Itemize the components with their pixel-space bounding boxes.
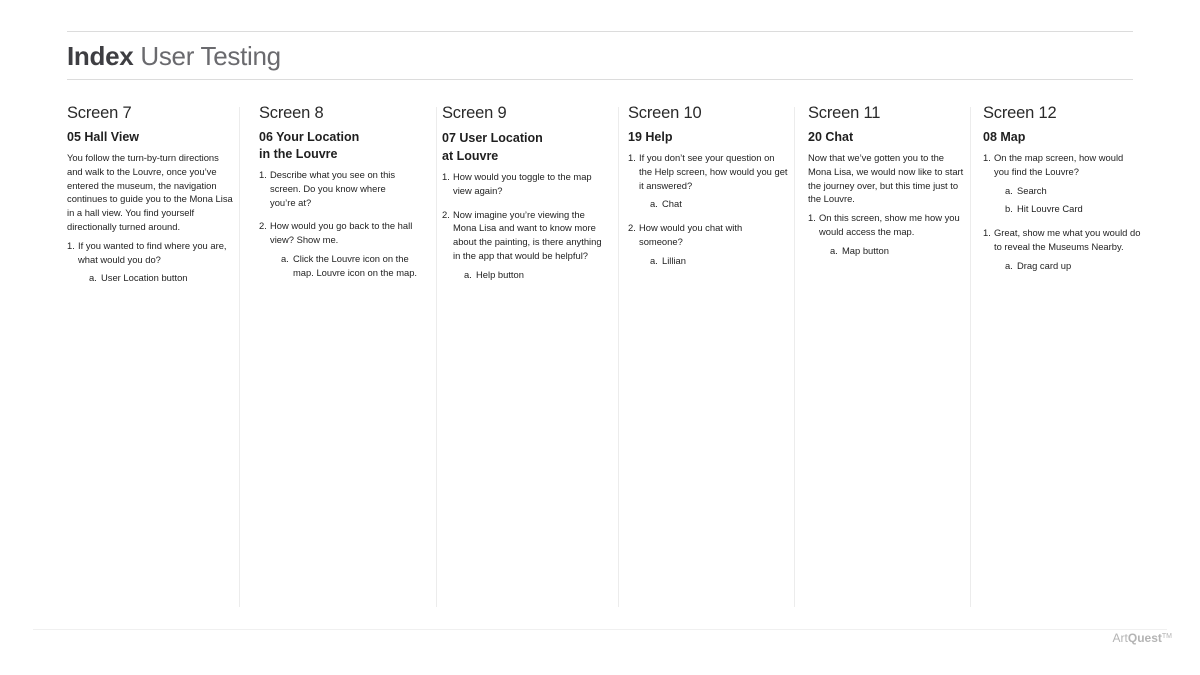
trademark-mark: TM	[1161, 633, 1172, 640]
answer-letter: a.	[1005, 259, 1013, 271]
question-text: On the map screen, how would you find th…	[994, 152, 1124, 177]
question-text: If you don’t see your question on the He…	[639, 152, 788, 191]
screen-label: Screen 11	[808, 104, 881, 122]
question-text: Now imagine you’re viewing the Mona Lisa…	[453, 208, 602, 261]
question-text: On this screen, show me how you would ac…	[819, 212, 960, 237]
screen-title: 20 Chat	[808, 130, 854, 144]
screen-title: 07 User Location at Louvre	[442, 129, 610, 165]
question-number: 1.	[442, 171, 450, 182]
screen-title-line: 06 Your Location	[259, 130, 360, 144]
question: 1. On the map screen, how would you find…	[983, 151, 1134, 179]
screen-title-line: in the Louvre	[259, 147, 338, 161]
answer: a. Chat	[628, 197, 788, 211]
screen-7-column: Screen 7 05 Hall View You follow the tur…	[67, 103, 233, 608]
answer-text: Map button	[842, 244, 889, 256]
page-title-bold: Index	[67, 41, 134, 71]
column-divider	[239, 107, 240, 607]
answer: a. Lillian	[628, 254, 788, 268]
brand-logo: ArtQuestTM	[1113, 631, 1172, 645]
question: 1. Describe what you see on this screen.…	[259, 168, 410, 209]
brand-bold: Quest	[1127, 631, 1162, 645]
answer-text: Drag card up	[1017, 259, 1072, 271]
top-divider	[67, 31, 1133, 32]
column-divider	[436, 107, 437, 607]
screen-title-line: at Louvre	[442, 149, 499, 163]
screen-title: 05 Hall View	[67, 130, 140, 144]
question-number: 2.	[442, 208, 450, 220]
question: 2. How would you go back to the hall vie…	[259, 219, 429, 247]
page-title-light: User Testing	[140, 41, 281, 71]
question: 1. Great, show me what you would do to r…	[983, 226, 1149, 254]
answer-text: User Location button	[101, 272, 188, 284]
answer-letter: a.	[1005, 184, 1013, 196]
answer-letter: a.	[464, 268, 472, 280]
answer-letter: a.	[281, 252, 289, 264]
screen-label: Screen 10	[628, 104, 702, 122]
question-text: Describe what you see on this screen. Do…	[270, 169, 396, 208]
answer-letter: a.	[650, 254, 658, 266]
answer-letter: b.	[1005, 203, 1013, 215]
screen-label: Screen 8	[259, 104, 324, 122]
question: 2. How would you chat with someone?	[628, 221, 769, 249]
question-number: 1.	[808, 212, 816, 224]
screen-8-column: Screen 8 06 Your Location in the Louvre …	[259, 103, 429, 608]
screen-label: Screen 12	[983, 104, 1057, 122]
screen-label: Screen 7	[67, 104, 132, 122]
question-text: How would you chat with someone?	[639, 222, 743, 247]
answer-text: Lillian	[662, 254, 686, 266]
question-number: 1.	[983, 152, 991, 163]
screen-label: Screen 9	[442, 104, 507, 122]
question-number: 1.	[628, 152, 636, 163]
answer-text: Hit Louvre Card	[1017, 203, 1083, 215]
answer: a. Map button	[808, 244, 970, 258]
footer-divider	[33, 629, 1167, 630]
column-divider	[794, 107, 795, 607]
intro-text: You follow the turn-by-turn directions a…	[67, 152, 233, 232]
answer-text: Help button	[476, 268, 524, 280]
screen-10-column: Screen 10 19 Help 1. If you don’t see yo…	[628, 103, 788, 608]
page-title: Index User Testing	[67, 40, 281, 72]
question: 1. If you wanted to find where you are, …	[67, 239, 233, 267]
answer-text: Search	[1017, 184, 1047, 196]
question-text: If you wanted to find where you are, wha…	[78, 239, 227, 265]
answer-letter: a.	[650, 198, 658, 210]
question: 1. How would you toggle to the map view …	[442, 170, 611, 198]
question-text: How would you toggle to the map view aga…	[453, 171, 592, 196]
screen-11-column: Screen 11 20 Chat Now that we’ve gotten …	[808, 103, 970, 608]
screen-title: 06 Your Location in the Louvre	[259, 129, 429, 163]
screen-12-column: Screen 12 08 Map 1. On the map screen, h…	[983, 103, 1149, 608]
answer-text: Chat	[662, 198, 682, 210]
question-text: How would you go back to the hall view? …	[270, 220, 413, 246]
question-text: Great, show me what you would do to reve…	[994, 227, 1141, 252]
intro-text: Now that we’ve gotten you to the Mona Li…	[808, 152, 964, 205]
column-divider	[970, 107, 971, 607]
title-divider	[67, 79, 1133, 80]
question-number: 1.	[67, 239, 75, 251]
question: 2. Now imagine you’re viewing the Mona L…	[442, 208, 610, 263]
screen-9-column: Screen 9 07 User Location at Louvre 1. H…	[442, 103, 610, 608]
screen-title: 08 Map	[983, 130, 1026, 144]
answer: a. Drag card up	[983, 259, 1149, 273]
question: 1. If you don’t see your question on the…	[628, 151, 788, 192]
question-number: 2.	[259, 220, 267, 232]
question-number: 2.	[628, 222, 636, 234]
column-divider	[618, 107, 619, 607]
question-number: 1.	[259, 169, 267, 180]
answer: a. Click the Louvre icon on the map. Lou…	[259, 252, 429, 280]
answer-text: Click the Louvre icon on the map. Louvre…	[293, 252, 418, 278]
answer-letter: a.	[89, 272, 97, 284]
answer: a. Search	[983, 184, 1149, 198]
screen-title: 19 Help	[628, 130, 673, 144]
answer: a. Help button	[442, 268, 610, 282]
answer: b. Hit Louvre Card	[983, 202, 1149, 216]
answer-letter: a.	[830, 244, 838, 256]
question-number: 1.	[983, 227, 991, 239]
question: 1. On this screen, show me how you would…	[808, 211, 970, 239]
screen-title-line: 07 User Location	[442, 131, 543, 145]
brand-light: Art	[1112, 631, 1128, 645]
answer: a. User Location button	[67, 271, 233, 285]
